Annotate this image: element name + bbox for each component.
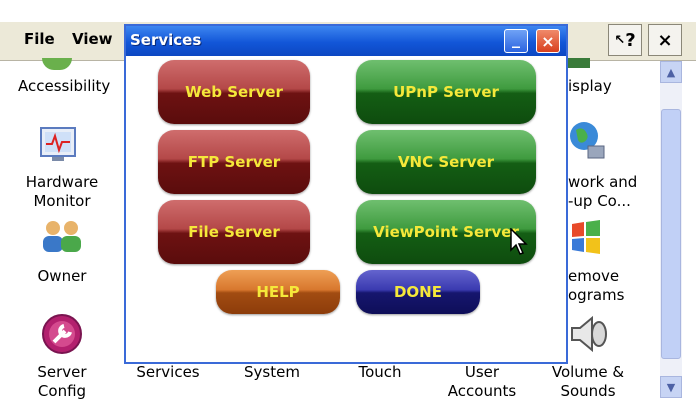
menu-file[interactable]: File [24,30,55,48]
help-button[interactable]: ↖? [608,24,642,56]
server-config-icon [42,314,82,354]
icon-label-accessibility[interactable]: Accessibility [18,76,110,96]
help-dialog-button[interactable]: HELP [216,270,340,314]
icon-label-setup[interactable]: -up Co... [568,191,648,211]
icon-label-hardware[interactable]: Hardware [14,172,110,192]
scroll-up-button[interactable]: ▲ [660,61,682,83]
chevron-up-icon: ▲ [666,65,676,79]
dialog-close-button[interactable]: × [536,29,560,53]
close-button[interactable]: × [648,24,682,56]
services-dialog: Services _ × Web Server UPnP Server FTP … [124,24,568,364]
icon-label-display[interactable]: isplay [568,76,648,96]
question-mark-icon: ? [625,29,636,51]
close-icon: × [541,31,555,51]
owner-icon [43,221,81,252]
scroll-thumb[interactable] [661,109,681,359]
icon-label-programs[interactable]: ograms [568,285,648,305]
icon-label-user[interactable]: User [442,362,522,382]
ftp-server-button[interactable]: FTP Server [158,130,310,194]
upnp-server-button[interactable]: UPnP Server [356,60,536,124]
network-icon [570,122,605,159]
menu-view[interactable]: View [72,30,113,48]
chevron-down-icon: ▼ [666,380,676,394]
icon-label-system[interactable]: System [232,362,312,382]
minimize-button[interactable]: _ [504,29,528,53]
hardware-monitor-icon [40,127,76,161]
vertical-scrollbar[interactable]: ▲ ▼ [660,61,682,398]
icon-label-sounds[interactable]: Sounds [548,381,628,401]
icon-label-remove[interactable]: emove [568,266,648,286]
icon-label-accounts[interactable]: Accounts [442,381,522,401]
icon-label-volume[interactable]: Volume & [548,362,628,382]
volume-icon [571,315,607,353]
icon-label-monitor[interactable]: Monitor [14,191,110,211]
web-server-button[interactable]: Web Server [158,60,310,124]
icon-label-owner[interactable]: Owner [14,266,110,286]
close-icon: × [657,29,673,51]
scroll-down-button[interactable]: ▼ [660,376,682,398]
icon-label-services[interactable]: Services [128,362,208,382]
minimize-icon: _ [512,28,520,48]
mouse-cursor-icon [510,228,528,255]
done-button[interactable]: DONE [356,270,480,314]
icon-label-config[interactable]: Config [14,381,110,401]
file-server-button[interactable]: File Server [158,200,310,264]
vnc-server-button[interactable]: VNC Server [356,130,536,194]
dialog-titlebar[interactable]: Services _ × [126,26,566,56]
display-icon [566,58,590,68]
dialog-title: Services [130,31,202,49]
icon-label-network[interactable]: work and [568,172,648,192]
remove-programs-icon [572,220,600,254]
arrow-pointer-icon: ↖ [614,32,626,48]
icon-label-server[interactable]: Server [14,362,110,382]
viewpoint-server-button[interactable]: ViewPoint Server [356,200,536,264]
icon-label-touch[interactable]: Touch [340,362,420,382]
